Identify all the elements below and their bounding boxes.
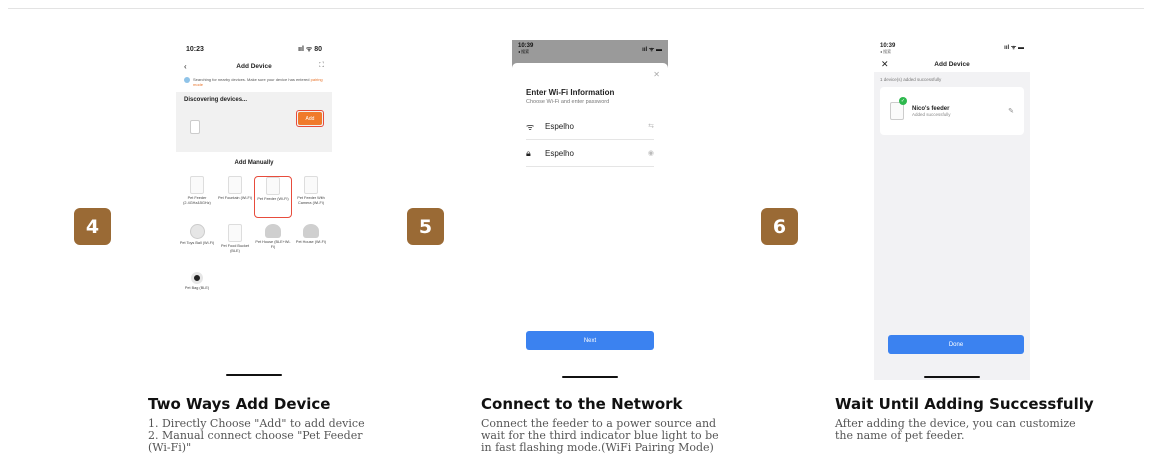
step-caption-4: Two Ways Add Device 1. Directly Choose "… bbox=[148, 395, 365, 454]
wifi-subtitle: Choose Wi-Fi and enter password bbox=[526, 99, 610, 105]
check-icon: ✓ bbox=[899, 97, 907, 105]
lock-icon: 🔒︎ bbox=[526, 147, 531, 158]
search-pulse-icon bbox=[184, 77, 190, 83]
device-pet-feeder-camera[interactable]: Pet Feeder With Camera (Wi-Fi) bbox=[292, 176, 330, 218]
discovering-label: Discovering devices... bbox=[184, 97, 248, 103]
status-bar: 10:23 ııl ᯤ 80 bbox=[176, 40, 332, 58]
status-time: 10:23 bbox=[186, 45, 204, 53]
discovered-device-icon bbox=[190, 120, 200, 134]
added-count: 1 device(s) added successfully bbox=[880, 77, 942, 82]
feeder-icon bbox=[266, 177, 280, 195]
step-caption-6: Wait Until Adding Successfully After add… bbox=[835, 395, 1094, 442]
edit-icon[interactable]: ✎ bbox=[1008, 107, 1014, 115]
password-field[interactable]: 🔒︎ Espelho ◉ bbox=[526, 140, 654, 167]
wifi-icon: ᯤ bbox=[526, 121, 535, 132]
step-title: Two Ways Add Device bbox=[148, 395, 331, 413]
status-icons: ııl ᯤ ▬ bbox=[1004, 45, 1024, 51]
home-indicator bbox=[924, 376, 980, 378]
phone-screen-add-device: 10:23 ııl ᯤ 80 ‹ Add Device ⛶ Searching … bbox=[176, 40, 332, 380]
fountain-icon bbox=[228, 176, 242, 194]
switch-icon[interactable]: ⇆ bbox=[648, 122, 654, 130]
back-to-search[interactable]: ◂ 搜索 bbox=[880, 49, 895, 55]
device-pet-fountain[interactable]: Pet Fountain (Wi-Fi) bbox=[216, 176, 254, 218]
status-icons: ııl ᯤ ▬ bbox=[642, 47, 662, 53]
top-divider bbox=[8, 8, 1144, 9]
modal-shade bbox=[512, 58, 668, 68]
phone-screen-wifi: 10:39 ◂ 搜索 ııl ᯤ ▬ ✕ Enter Wi-Fi Informat… bbox=[512, 40, 668, 380]
chevron-left-icon[interactable]: ‹ bbox=[184, 62, 187, 71]
step-badge-6: 6 bbox=[761, 208, 798, 245]
status-bar: 10:39 ◂ 搜索 ııl ᯤ ▬ bbox=[512, 40, 668, 58]
add-manually-title: Add Manually bbox=[234, 160, 274, 166]
nav-bar: ‹ Add Device ⛶ bbox=[176, 58, 332, 74]
close-icon[interactable]: ✕ bbox=[881, 59, 889, 70]
step-badge-4: 4 bbox=[74, 208, 111, 245]
sheet-top bbox=[512, 63, 668, 68]
device-pet-feeder-wifi[interactable]: Pet Feeder (Wi-Fi) bbox=[254, 176, 292, 218]
device-grid: Pet Feeder (2.4GHz&5GHz) Pet Fountain (W… bbox=[176, 176, 332, 314]
home-indicator bbox=[226, 374, 282, 376]
searching-notice: Searching for nearby devices. Make sure … bbox=[176, 74, 332, 90]
discovering-panel: Discovering devices... Add bbox=[176, 92, 332, 146]
device-pet-toys-ball[interactable]: Pet Toys Ball (Wi-Fi) bbox=[178, 224, 216, 266]
step-description: Connect the feeder to a power source and… bbox=[481, 417, 719, 454]
scan-icon[interactable]: ⛶ bbox=[319, 62, 324, 70]
next-button[interactable]: Next bbox=[526, 331, 654, 350]
wifi-title: Enter Wi-Fi Information bbox=[526, 88, 615, 97]
house-icon bbox=[265, 224, 281, 238]
step-title: Connect to the Network bbox=[481, 395, 683, 413]
status-icons: ııl ᯤ 80 bbox=[298, 45, 322, 53]
nav-bar: ✕ Add Device bbox=[874, 56, 1030, 72]
house-icon bbox=[303, 224, 319, 238]
phone-screen-added: 10:39 ◂ 搜索 ııl ᯤ ▬ ✕ Add Device 1 device(… bbox=[874, 40, 1030, 380]
step-badge-5: 5 bbox=[407, 208, 444, 245]
home-indicator bbox=[562, 376, 618, 378]
status-bar: 10:39 ◂ 搜索 ııl ᯤ ▬ bbox=[874, 40, 1030, 56]
page-title: Add Device bbox=[236, 62, 272, 70]
device-pet-bag[interactable]: Pet Bag (BLE) bbox=[178, 272, 216, 314]
step-description: After adding the device, you can customi… bbox=[835, 417, 1076, 442]
page-title: Add Device bbox=[934, 60, 970, 68]
bag-camera-icon bbox=[191, 272, 203, 284]
device-status: Added successfully bbox=[912, 111, 951, 117]
close-icon[interactable]: ✕ bbox=[653, 70, 660, 79]
bucket-icon bbox=[228, 224, 242, 242]
step-caption-5: Connect to the Network Connect the feede… bbox=[481, 395, 719, 454]
device-pet-house-wifi[interactable]: Pet House (Wi-Fi) bbox=[292, 224, 330, 266]
ball-icon bbox=[189, 224, 205, 239]
done-button[interactable]: Done bbox=[888, 335, 1024, 354]
step-title: Wait Until Adding Successfully bbox=[835, 395, 1094, 413]
feeder-icon bbox=[190, 176, 204, 194]
wifi-name-field[interactable]: ᯤ Espelho ⇆ bbox=[526, 113, 654, 140]
eye-icon[interactable]: ◉ bbox=[648, 149, 654, 157]
device-pet-food-bucket[interactable]: Pet Food Bucket (BLE) bbox=[216, 224, 254, 266]
back-to-search[interactable]: ◂ 搜索 bbox=[518, 49, 529, 54]
camera-feeder-icon bbox=[304, 176, 318, 194]
add-button[interactable]: Add bbox=[296, 110, 324, 127]
step-description: 1. Directly Choose "Add" to add device 2… bbox=[148, 417, 365, 454]
added-device-card[interactable]: ✓ Nico's feeder Added successfully ✎ bbox=[880, 87, 1024, 135]
device-pet-house-ble[interactable]: Pet House (BLE+Wi-Fi) bbox=[254, 224, 292, 266]
device-name: Nico's feeder bbox=[912, 105, 950, 112]
device-pet-feeder-dualband[interactable]: Pet Feeder (2.4GHz&5GHz) bbox=[178, 176, 216, 218]
